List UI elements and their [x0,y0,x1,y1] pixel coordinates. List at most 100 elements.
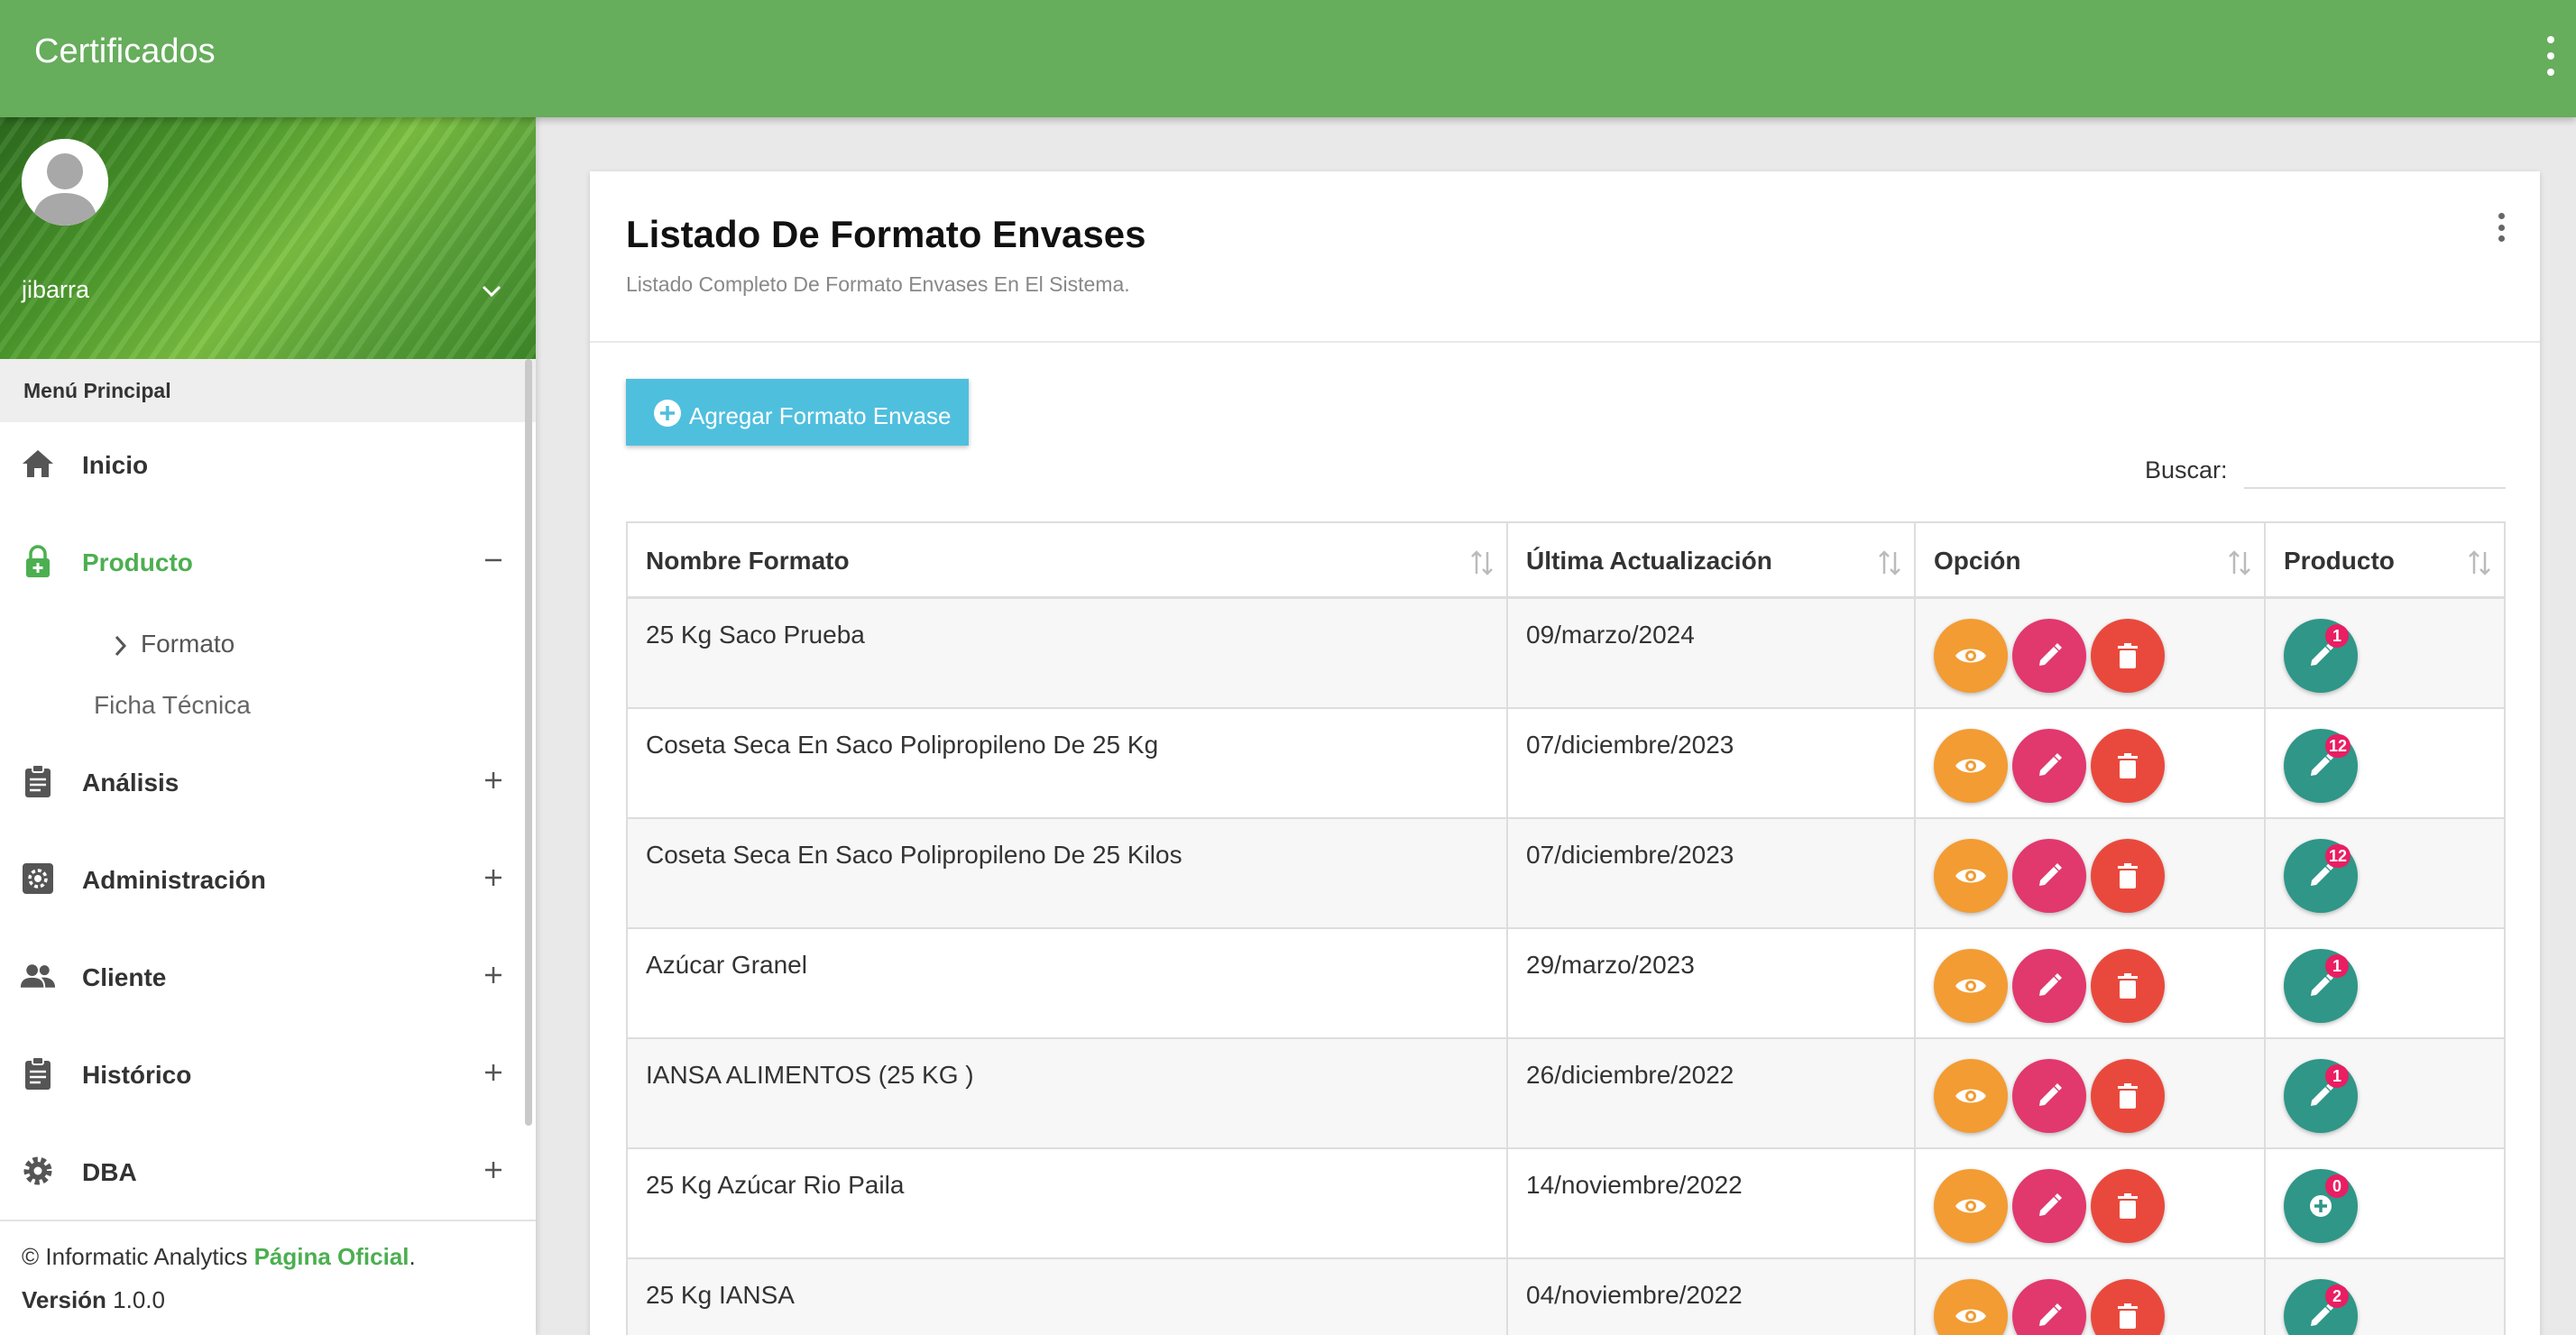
cell-ultima-actualizacion: 14/noviembre/2022 [1508,1149,1916,1259]
product-button[interactable]: 0 [2284,1169,2358,1243]
table-header: Nombre Formato Última Actualización Opción… [628,523,2504,599]
product-button[interactable]: 2 [2284,1279,2358,1335]
chevron-right-icon [115,635,127,657]
product-button[interactable]: 12 [2284,729,2358,803]
app-title: Certificados [34,32,216,70]
table-row: 25 Kg Saco Prueba 09/marzo/2024 1 [628,599,2504,709]
sort-icon[interactable] [1878,548,1901,577]
product-count-badge: 12 [2325,844,2351,868]
sidebar-item-inicio[interactable]: Inicio [0,422,523,503]
updated-date: 14/noviembre/2022 [1526,1171,1743,1199]
plus-icon[interactable] [480,962,507,989]
sidebar-item-historico[interactable]: Histórico [0,1032,523,1113]
sidebar-item-cliente[interactable]: Cliente [0,934,523,1016]
cell-opcion [1916,709,2266,819]
delete-button[interactable] [2091,839,2165,913]
sidebar-item-label: Inicio [82,451,149,479]
column-header-label: Nombre Formato [646,547,850,575]
delete-button[interactable] [2091,619,2165,693]
cell-ultima-actualizacion: 07/diciembre/2023 [1508,709,1916,819]
sort-icon[interactable] [1470,548,1494,577]
sidebar-item-label: Administración [82,866,266,894]
user-silhouette-icon [22,139,108,226]
sidebar: jibarra Menú Principal Inicio Producto F… [0,117,536,1335]
version-label: Versión [22,1286,106,1313]
more-vert-icon[interactable] [2495,213,2507,242]
content-card: Listado De Formato Envases Listado Compl… [590,171,2540,1335]
search-input[interactable] [2244,442,2506,489]
product-button[interactable]: 12 [2284,839,2358,913]
table-row: 25 Kg IANSA 04/noviembre/2022 2 [628,1259,2504,1335]
edit-button[interactable] [2012,949,2086,1023]
card-header: Listado De Formato Envases Listado Compl… [590,171,2540,343]
table-row: Coseta Seca En Saco Polipropileno De 25 … [628,709,2504,819]
delete-button[interactable] [2091,949,2165,1023]
formato-name: Azúcar Granel [646,951,807,979]
delete-button[interactable] [2091,1169,2165,1243]
column-header-producto[interactable]: Producto [2266,523,2504,599]
cell-nombre-formato: IANSA ALIMENTOS (25 KG ) [628,1039,1508,1149]
view-button[interactable] [1934,839,2008,913]
sidebar-item-producto[interactable]: Producto [0,520,523,601]
product-button[interactable]: 1 [2284,619,2358,693]
page-subtitle: Listado Completo De Formato Envases En E… [626,272,1130,296]
sidebar-scrollbar[interactable] [525,359,532,1126]
formato-name: 25 Kg Azúcar Rio Paila [646,1171,905,1199]
view-button[interactable] [1934,619,2008,693]
avatar[interactable] [22,139,108,226]
sort-icon[interactable] [2228,548,2251,577]
view-button[interactable] [1934,729,2008,803]
edit-button[interactable] [2012,1059,2086,1133]
formato-name: Coseta Seca En Saco Polipropileno De 25 … [646,731,1159,759]
product-button[interactable]: 1 [2284,1059,2358,1133]
cell-opcion [1916,819,2266,929]
delete-button[interactable] [2091,1279,2165,1335]
delete-button[interactable] [2091,729,2165,803]
sidebar-item-dba[interactable]: DBA [0,1129,523,1211]
view-button[interactable] [1934,949,2008,1023]
edit-button[interactable] [2012,619,2086,693]
people-icon [20,964,56,988]
delete-button[interactable] [2091,1059,2165,1133]
cell-nombre-formato: Coseta Seca En Saco Polipropileno De 25 … [628,819,1508,929]
sort-icon[interactable] [2468,548,2491,577]
plus-icon[interactable] [480,1156,507,1183]
menu-header-label: Menú Principal [23,379,171,402]
formato-name: 25 Kg IANSA [646,1281,795,1309]
cell-producto: 12 [2266,819,2504,929]
column-header-nombre-formato[interactable]: Nombre Formato [628,523,1508,599]
user-info-panel: jibarra [0,117,536,359]
plus-icon[interactable] [480,767,507,794]
cell-opcion [1916,1259,2266,1335]
column-header-opcion[interactable]: Opción [1916,523,2266,599]
cell-nombre-formato: Azúcar Granel [628,929,1508,1039]
edit-button[interactable] [2012,839,2086,913]
more-vert-icon[interactable] [2542,36,2560,76]
cell-producto: 1 [2266,1039,2504,1149]
view-button[interactable] [1934,1169,2008,1243]
sidebar-item-analisis[interactable]: Análisis [0,740,523,821]
version: Versión 1.0.0 [22,1286,165,1314]
sidebar-item-administracion[interactable]: Administración [0,837,523,918]
table-row: Azúcar Granel 29/marzo/2023 1 [628,929,2504,1039]
edit-button[interactable] [2012,1169,2086,1243]
home-icon [23,450,53,477]
updated-date: 07/diciembre/2023 [1526,731,1734,759]
cell-producto: 0 [2266,1149,2504,1259]
sidebar-subitem-ficha-tecnica[interactable]: Ficha Técnica [94,691,251,720]
edit-button[interactable] [2012,1279,2086,1335]
product-button[interactable]: 1 [2284,949,2358,1023]
minus-icon[interactable] [480,547,507,574]
sidebar-item-label: Cliente [82,963,167,991]
edit-button[interactable] [2012,729,2086,803]
cell-nombre-formato: 25 Kg Saco Prueba [628,599,1508,709]
gear-icon [23,1156,52,1185]
add-formato-envase-button[interactable]: Agregar Formato Envase [626,379,969,446]
plus-icon[interactable] [480,1059,507,1086]
view-button[interactable] [1934,1279,2008,1335]
plus-icon[interactable] [480,864,507,891]
chevron-down-icon[interactable] [478,278,505,305]
official-page-link[interactable]: Página Oficial [254,1243,409,1270]
view-button[interactable] [1934,1059,2008,1133]
column-header-ultima-actualizacion[interactable]: Última Actualización [1508,523,1916,599]
